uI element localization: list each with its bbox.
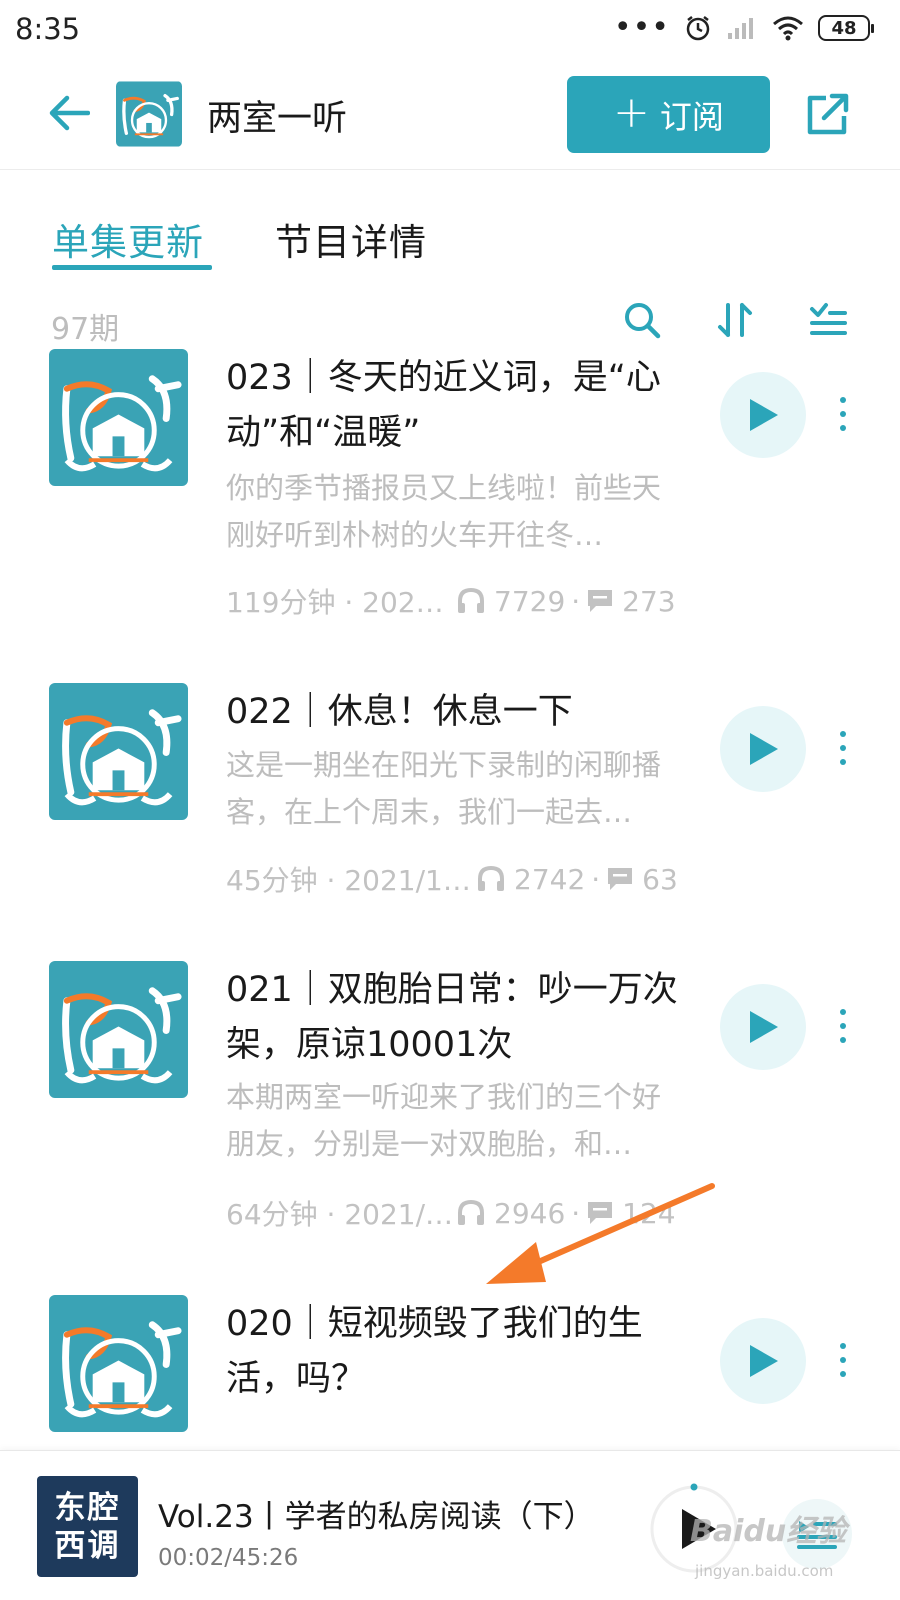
podcast-logo-icon [49,683,188,820]
watermark-url: jingyan.baidu.com [695,1562,834,1580]
more-dots-icon: ••• [613,10,670,45]
checklist-icon [810,303,847,335]
podcast-logo-icon [49,961,188,1098]
episode-description: 这是一期坐在阳光下录制的闲聊播客，在上个周末，我们一起去… [226,748,662,829]
tab-bar: 单集更新 节目详情 [0,170,900,280]
cover-text-line2: 西调 [54,1527,121,1564]
episode-play-button[interactable] [720,984,806,1070]
sort-button[interactable] [713,298,757,342]
episode-duration-date: 64分钟 · 2021/… [226,1198,454,1231]
headphones-icon [458,587,484,613]
comment-count-value: 124 [622,1196,676,1230]
episode-description: 你的季节播报员又上线啦！前些天刚好听到朴树的火车开往冬… [226,471,662,552]
play-count: 7729 [456,585,565,618]
subscribe-label: 订阅 [659,97,724,136]
episode-meta: 45分钟 · 2021/1… 2742 · 63 [226,859,696,899]
episode-cover [49,961,188,1098]
episode-cover [49,1295,188,1432]
episode-more-button[interactable] [828,1330,858,1390]
now-playing-title: Vol.23丨学者的私房阅读（下） [158,1499,595,1535]
tab-episodes[interactable]: 单集更新 [52,212,204,266]
comment-count-value: 63 [642,862,678,896]
status-icons: ••• 48 [613,10,874,45]
play-icon [750,399,778,431]
episode-more-button[interactable] [828,718,858,778]
play-count: 2946 [456,1197,565,1230]
episode-more-button[interactable] [828,384,858,444]
headphones-icon [458,1199,484,1225]
meta-separator: · [571,584,581,618]
episode-title: 022｜休息！休息一下 [226,692,573,732]
wifi-icon [773,16,803,41]
play-icon [750,1011,778,1043]
episode-title: 023｜冬天的近义词，是“心动”和“温暖” [226,358,661,453]
comment-count: 63 [606,863,678,896]
comment-count: 124 [586,1196,676,1230]
headphones-icon [478,865,504,891]
comment-icon [608,868,633,890]
now-playing-time: 00:02/45:26 [158,1545,299,1571]
podcast-logo-icon [49,1295,188,1432]
sort-icon [718,303,752,337]
comment-count: 273 [586,584,676,618]
list-toolbar: 97期 [0,288,900,352]
comment-icon [588,590,613,612]
back-button[interactable] [44,88,94,138]
meta-separator: · [591,862,601,896]
header: 两室一听 + 订阅 [0,62,900,170]
podcast-title: 两室一听 [207,99,348,139]
subscribe-button[interactable]: + 订阅 [567,76,770,153]
episode-more-button[interactable] [828,996,858,1056]
play-count-value: 2946 [494,1196,566,1230]
play-count: 2742 [476,863,585,896]
episode-cover [49,683,188,820]
search-icon [625,303,661,339]
episode-play-button[interactable] [720,1318,806,1404]
play-count-value: 2742 [514,862,586,896]
episode-duration-date: 45分钟 · 2021/1… [226,864,471,897]
meta-separator: · [571,1196,581,1230]
episode-title: 021｜双胞胎日常：吵一万次架，原谅10001次 [226,970,678,1065]
search-button[interactable] [620,298,664,342]
play-count-value: 7729 [494,584,566,618]
comment-icon [588,1202,613,1224]
episode-title: 020｜短视频毁了我们的生活，吗？ [226,1304,643,1399]
play-icon [750,1345,778,1377]
share-icon [807,93,849,135]
episode-cover [49,349,188,486]
episode-play-button[interactable] [720,372,806,458]
episode-meta: 119分钟 · 2021… 7729 · 273 [226,581,696,621]
comment-count-value: 273 [622,584,676,618]
now-playing-cover: 东腔 西调 [37,1476,138,1577]
play-icon [750,733,778,765]
episode-play-button[interactable] [720,706,806,792]
tab-details[interactable]: 节目详情 [275,212,427,266]
episode-duration-date: 119分钟 · 2021… [226,586,456,619]
podcast-cover [116,81,182,147]
plus-icon: + [613,86,650,138]
alarm-icon [686,16,710,41]
battery-indicator: 48 [818,15,874,41]
episode-count: 97期 [51,312,120,347]
episode-meta: 64分钟 · 2021/… 2946 · 124 [226,1193,696,1233]
watermark: Baidu经验 [690,1514,847,1549]
podcast-logo-icon [49,349,188,486]
episode-description: 本期两室一听迎来了我们的三个好朋友，分别是一对双胞胎，和… [226,1080,662,1161]
signal-icon [728,18,753,39]
share-button[interactable] [800,88,854,142]
status-time: 8:35 [15,12,81,46]
back-arrow-icon [49,95,90,131]
multi-select-button[interactable] [806,298,850,342]
cover-text-line1: 东腔 [54,1489,121,1526]
status-bar: 8:35 ••• 48 [0,0,900,62]
tab-active-indicator [52,265,212,270]
podcast-logo-icon [116,81,182,147]
